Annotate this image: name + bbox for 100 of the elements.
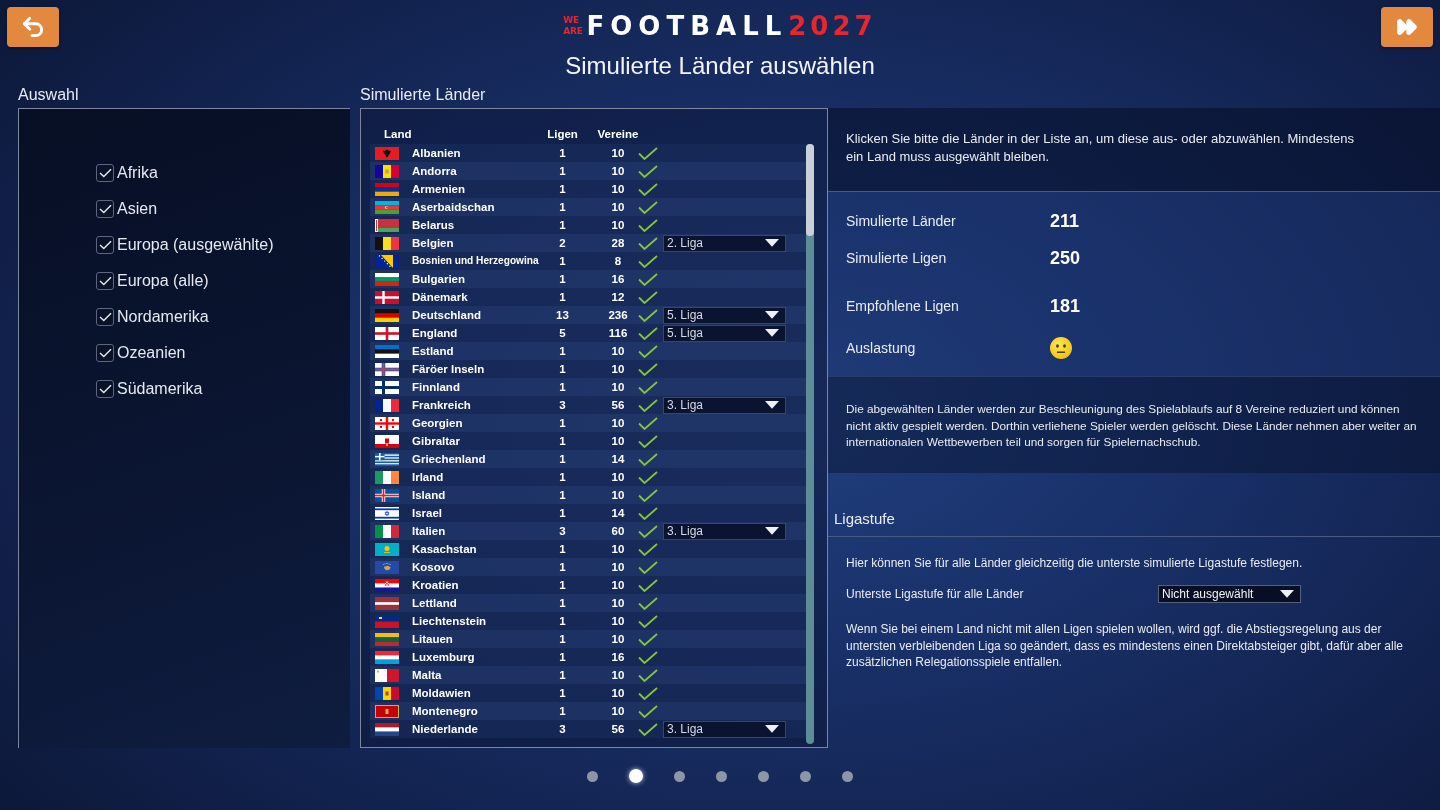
page-dot[interactable] [716,770,727,782]
table-row[interactable]: Kosovo 1 10 [370,558,806,576]
scrollbar[interactable] [806,144,814,744]
table-cell: 10 [611,362,625,376]
table-cell: 1 [559,578,566,592]
page-dot[interactable] [758,770,769,782]
table-cell: 60 [611,524,625,538]
league-level-dropdown[interactable]: Nicht ausgewählt [1158,585,1301,603]
table-row[interactable]: England 5 116 5. Liga [370,324,806,342]
flag-icon [375,398,399,412]
country-name: Deutschland [412,308,481,322]
table-row[interactable]: Niederlande 3 56 3. Liga [370,720,806,738]
league-dropdown[interactable]: 5. Liga [663,306,786,324]
table-row[interactable]: Irland 1 10 [370,468,806,486]
page-dot[interactable] [587,770,598,782]
table-row[interactable]: Bosnien und Herzegowina 1 8 [370,252,806,270]
page-dot[interactable] [842,770,853,782]
fast-forward-icon [1396,16,1418,38]
table-cell: 1 [559,146,566,160]
table-row[interactable]: Andorra 1 10 [370,162,806,180]
table-row[interactable]: Armenien 1 10 [370,180,806,198]
table-row[interactable]: Färöer Inseln 1 10 [370,360,806,378]
page-dot[interactable] [629,769,643,783]
table-row[interactable]: Belarus 1 10 [370,216,806,234]
undo-arrow-icon [20,14,46,40]
flag-icon [375,614,399,628]
flag-icon [375,686,399,700]
country-name: Belarus [412,218,455,232]
table-row[interactable]: Montenegro 1 10 [370,702,806,720]
flag-icon [375,668,399,682]
table-cell: 1 [559,254,566,268]
country-name: Lettland [412,596,457,610]
table-cell: 13 [556,308,569,322]
country-name: Andorra [412,164,457,178]
table-cell: 1 [559,416,566,430]
table-row[interactable]: Aserbaidschan 1 10 [370,198,806,216]
page-dot[interactable] [800,770,811,782]
scrollbar-thumb[interactable] [806,144,814,236]
table-row[interactable]: Belgien 2 28 2. Liga [370,234,806,252]
table-cell: 1 [559,344,566,358]
table-row[interactable]: Luxemburg 1 16 [370,648,806,666]
country-name: Litauen [412,632,453,646]
page-dot[interactable] [674,770,685,782]
table-row[interactable]: Kasachstan 1 10 [370,540,806,558]
league-dropdown[interactable]: 3. Liga [663,522,786,540]
country-name: Dänemark [412,290,468,304]
flag-icon [375,362,399,376]
checkbox[interactable] [96,164,114,182]
table-row[interactable]: Litauen 1 10 [370,630,806,648]
table-cell: 10 [611,704,625,718]
checkbox[interactable] [96,380,114,398]
table-row[interactable]: Dänemark 1 12 [370,288,806,306]
table-row[interactable]: Moldawien 1 10 [370,684,806,702]
checkbox-label: Südamerika [117,379,203,399]
league-dropdown[interactable]: 5. Liga [663,324,786,342]
stat-value: 181 [1050,294,1081,317]
table-row[interactable]: Deutschland 13 236 5. Liga [370,306,806,324]
table-row[interactable]: Estland 1 10 [370,342,806,360]
country-name: Bosnien und Herzegowina [412,254,539,268]
back-button[interactable] [7,7,59,47]
table-cell: 5 [559,326,566,340]
flag-icon [375,380,399,394]
table-cell: 1 [559,506,566,520]
table-cell: 10 [611,578,625,592]
table-row[interactable]: Liechtenstein 1 10 [370,612,806,630]
league-dropdown[interactable]: 3. Liga [663,396,786,414]
table-row[interactable]: Italien 3 60 3. Liga [370,522,806,540]
league-dropdown[interactable]: 3. Liga [663,720,786,738]
table-cell: 3 [559,722,566,736]
table-cell: 1 [559,362,566,376]
stat-value: 250 [1050,246,1081,269]
table-row[interactable]: Griechenland 1 14 [370,450,806,468]
caret-icon [765,239,779,247]
checkbox[interactable] [96,236,114,254]
checkbox[interactable] [96,272,114,290]
checkbox[interactable] [96,344,114,362]
table-cell: 10 [611,200,625,214]
table-row[interactable]: Frankreich 3 56 3. Liga [370,396,806,414]
table-cell: 56 [611,398,625,412]
table-cell: 1 [559,542,566,556]
table-row[interactable]: Malta 1 10 [370,666,806,684]
table-row[interactable]: Lettland 1 10 [370,594,806,612]
checkbox[interactable] [96,200,114,218]
flag-icon [375,254,399,268]
table-row[interactable]: Albanien 1 10 [370,144,806,162]
table-row[interactable]: Finnland 1 10 [370,378,806,396]
table-cell: 1 [559,596,566,610]
stat-label: Simulierte Länder [846,211,957,230]
table-cell: 28 [611,236,625,250]
table-row[interactable]: Gibraltar 1 10 [370,432,806,450]
table-row[interactable]: Island 1 10 [370,486,806,504]
checkbox[interactable] [96,308,114,326]
table-row[interactable]: Kroatien 1 10 [370,576,806,594]
country-name: Liechtenstein [412,614,487,628]
table-row[interactable]: Georgien 1 10 [370,414,806,432]
league-dropdown[interactable]: 2. Liga [663,234,786,252]
table-row[interactable]: Israel 1 14 [370,504,806,522]
fast-forward-button[interactable] [1381,7,1433,47]
table-cell: 1 [559,380,566,394]
table-row[interactable]: Bulgarien 1 16 [370,270,806,288]
